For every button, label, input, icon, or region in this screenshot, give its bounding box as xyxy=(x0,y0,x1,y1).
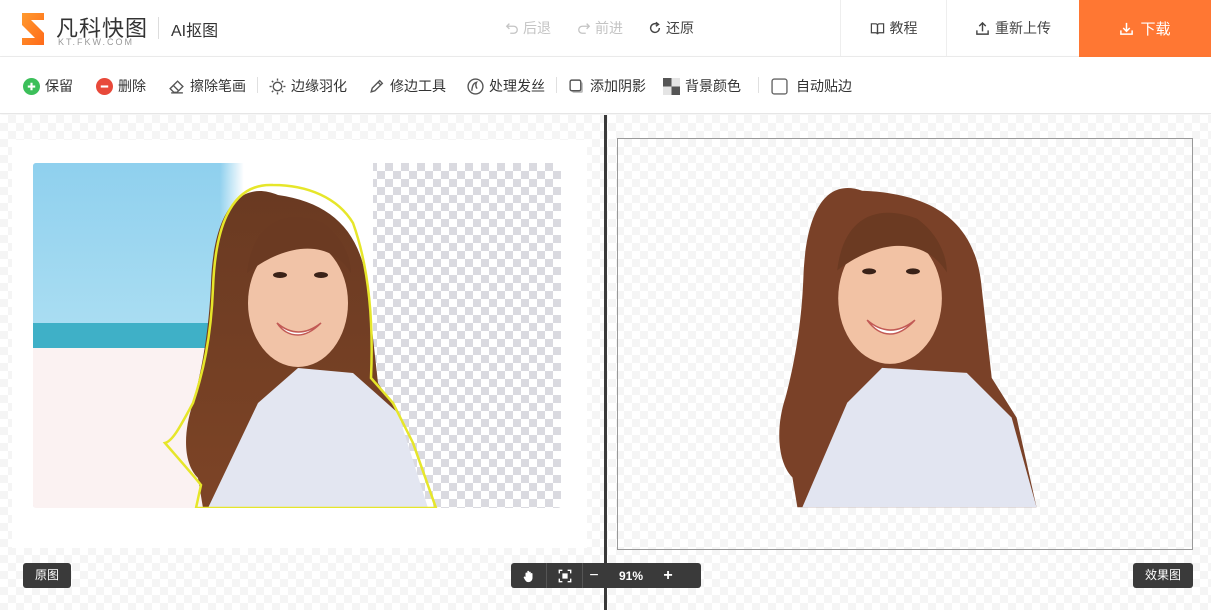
delete-label: 删除 xyxy=(118,78,146,94)
feather-sun-icon xyxy=(269,78,286,94)
zoom-in-button[interactable]: + xyxy=(657,563,679,588)
add-shadow-button[interactable]: 添加阴影 xyxy=(568,76,646,96)
logo-mark-icon xyxy=(22,13,44,45)
keep-brush-button[interactable]: 保留 xyxy=(23,76,73,96)
undo-arrow-icon xyxy=(505,23,518,34)
checkerboard-icon xyxy=(663,77,680,95)
checkbox-icon xyxy=(771,77,788,95)
reupload-button[interactable]: 重新上传 xyxy=(946,0,1079,56)
redo-button[interactable]: 前进 xyxy=(577,18,623,38)
zoom-controls: − 91% + xyxy=(511,563,701,588)
result-image-canvas[interactable] xyxy=(617,138,1193,550)
zoom-level: 91% xyxy=(618,568,644,583)
edge-feather-button[interactable]: 边缘羽化 xyxy=(269,76,347,96)
keep-label: 保留 xyxy=(45,78,73,94)
toolbar-divider xyxy=(257,77,258,93)
auto-edge-checkbox[interactable]: 自动贴边 xyxy=(771,76,852,96)
restore-label: 还原 xyxy=(666,20,694,36)
bg-color-label: 背景颜色 xyxy=(685,78,741,94)
logo[interactable]: 凡科快图 KT.FKW.COM xyxy=(18,11,158,47)
download-icon xyxy=(1120,22,1134,35)
original-view-label: 原图 xyxy=(23,563,72,588)
delete-brush-button[interactable]: 删除 xyxy=(96,76,146,96)
result-subject xyxy=(779,188,1037,508)
refresh-icon xyxy=(649,21,661,34)
hand-icon xyxy=(523,570,532,582)
auto-edge-label: 自动贴边 xyxy=(796,78,852,94)
fit-screen-icon xyxy=(558,569,571,582)
original-image-canvas[interactable] xyxy=(33,163,561,508)
plus-circle-icon xyxy=(23,77,40,95)
shadow-label: 添加阴影 xyxy=(590,78,646,94)
background-color-button[interactable]: 背景颜色 xyxy=(663,76,741,96)
download-label: 下载 xyxy=(1140,21,1171,38)
undo-label: 后退 xyxy=(523,20,551,36)
edit-toolbar: 保留 删除 擦除笔画 边缘羽化 修边工具 处理发丝 添加阴影 背景颜色 自动贴边 xyxy=(0,57,1211,114)
result-view-label: 效果图 xyxy=(1133,563,1194,588)
minus-circle-icon xyxy=(96,77,113,95)
tutorial-button[interactable]: 教程 xyxy=(840,0,946,56)
feather-label: 边缘羽化 xyxy=(291,78,347,94)
trim-label: 修边工具 xyxy=(390,78,446,94)
undo-button[interactable]: 后退 xyxy=(505,18,551,38)
erase-label: 擦除笔画 xyxy=(190,78,246,94)
process-hair-button[interactable]: 处理发丝 xyxy=(467,76,545,96)
header-divider xyxy=(158,17,159,39)
tutorial-label: 教程 xyxy=(889,20,918,36)
redo-label: 前进 xyxy=(595,20,623,36)
download-button[interactable]: 下载 xyxy=(1079,0,1211,57)
compare-divider[interactable] xyxy=(604,115,607,610)
hair-label: 处理发丝 xyxy=(489,78,545,94)
pen-icon xyxy=(370,79,384,93)
toolbar-divider xyxy=(758,77,759,93)
page-title: AI抠图 xyxy=(171,23,219,40)
hair-icon xyxy=(467,77,484,95)
eraser-icon xyxy=(169,79,184,94)
redo-arrow-icon xyxy=(578,23,591,34)
shadow-square-icon xyxy=(569,78,583,93)
toolbar-divider xyxy=(556,77,557,93)
restore-button[interactable]: 还原 xyxy=(648,18,694,38)
zoom-out-button[interactable]: − xyxy=(583,563,605,588)
top-header: 凡科快图 KT.FKW.COM AI抠图 后退 前进 还原 教程 重新上传 下载 xyxy=(0,0,1211,57)
upload-icon xyxy=(976,21,989,35)
erase-stroke-button[interactable]: 擦除笔画 xyxy=(168,76,246,96)
logo-subtitle: KT.FKW.COM xyxy=(58,37,134,47)
reupload-label: 重新上传 xyxy=(995,20,1051,36)
book-icon xyxy=(870,22,884,34)
trim-tool-button[interactable]: 修边工具 xyxy=(368,76,446,96)
fit-screen-button[interactable] xyxy=(547,563,583,588)
pan-button[interactable] xyxy=(511,563,547,588)
